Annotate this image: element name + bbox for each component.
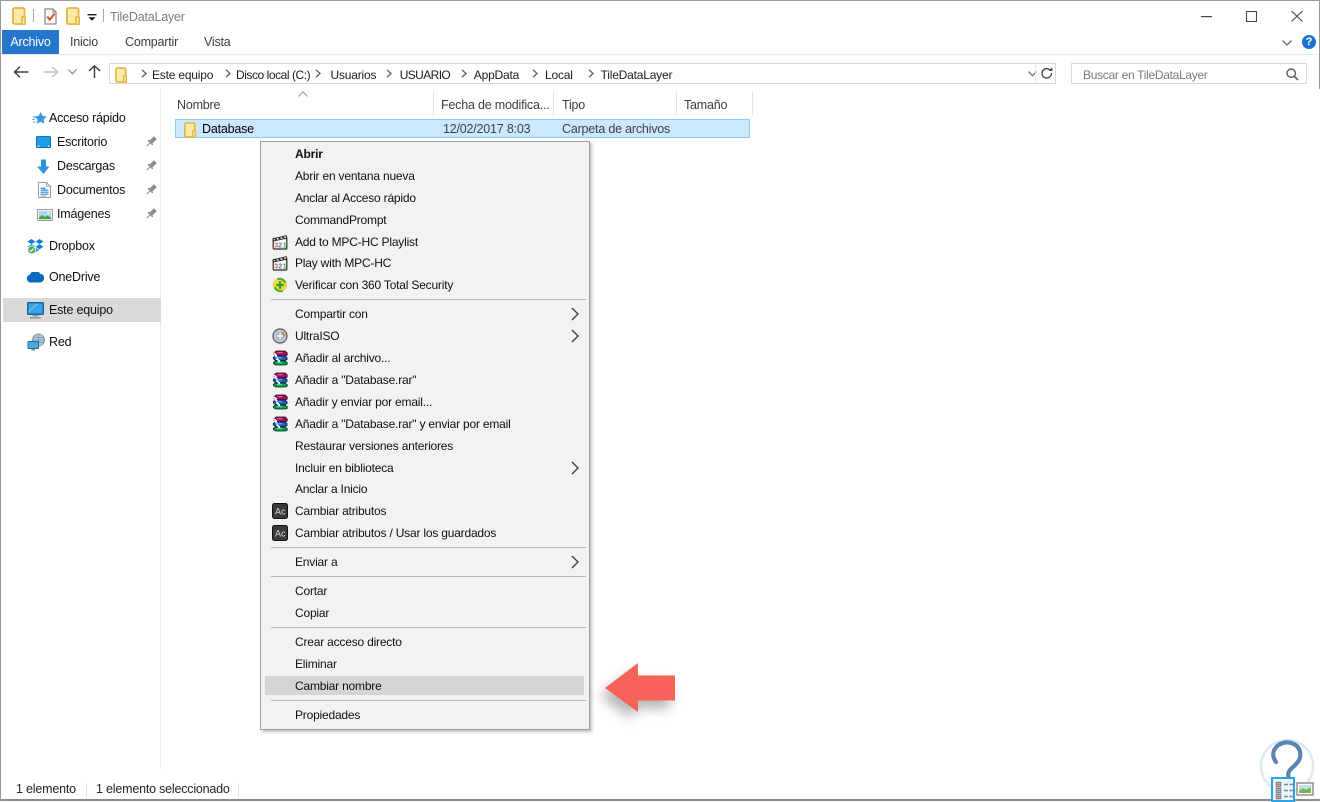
- svg-text:Ac: Ac: [275, 507, 286, 517]
- svg-text:1: 1: [283, 264, 287, 271]
- svg-text:2: 2: [278, 264, 282, 271]
- svg-text:1: 1: [283, 242, 287, 249]
- svg-text:2: 2: [278, 242, 282, 249]
- svg-text:Ac: Ac: [275, 529, 286, 539]
